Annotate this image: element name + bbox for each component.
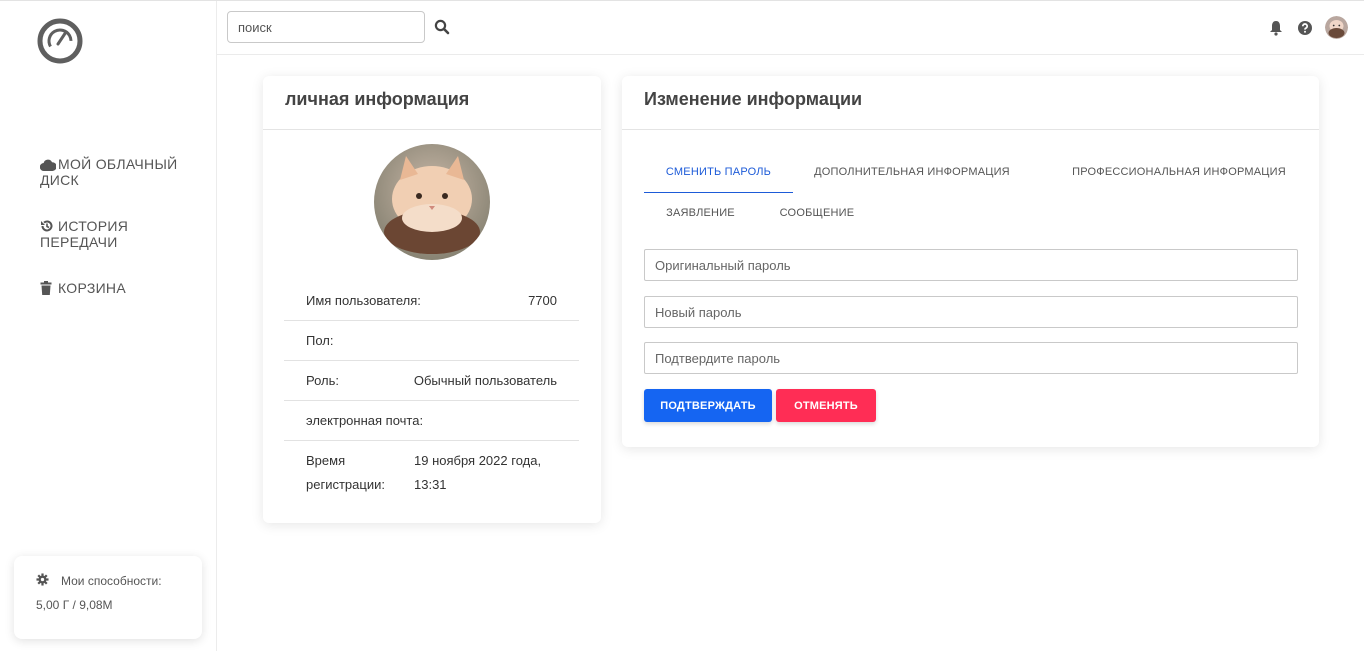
gear-icon: [36, 573, 49, 589]
topbar: [217, 1, 1364, 55]
edit-info-card: Изменение информации СМЕНИТЬ ПАРОЛЬ ДОПО…: [622, 76, 1319, 447]
help-icon[interactable]: [1297, 20, 1313, 36]
ability-card: Мои способности: 5,00 Г / 9,08М: [14, 556, 202, 639]
tab-statement[interactable]: ЗАЯВЛЕНИЕ: [644, 192, 757, 234]
cloud-icon: [40, 159, 58, 171]
sidebar-item-label: МОЙ ОБЛАЧНЫЙ ДИСК: [40, 156, 178, 188]
sidebar-item-transfer-history[interactable]: ИСТОРИЯ ПЕРЕДАЧИ: [40, 218, 200, 250]
bell-icon[interactable]: [1269, 20, 1285, 36]
info-label: Имя пользователя:: [306, 293, 421, 308]
info-label: Пол:: [306, 333, 334, 348]
info-value: Обычный пользователь: [413, 373, 557, 388]
speedometer-logo-icon[interactable]: [36, 17, 84, 65]
confirm-password-field[interactable]: [644, 342, 1298, 374]
list-item: Время регистрации: 19 ноября 2022 года, …: [284, 441, 579, 505]
sidebar-item-trash[interactable]: КОРЗИНА: [40, 280, 200, 296]
confirm-button[interactable]: ПОДТВЕРЖДАТЬ: [644, 389, 772, 422]
sidebar-nav: МОЙ ОБЛАЧНЫЙ ДИСК ИСТОРИЯ ПЕРЕДАЧИ КОРЗИ…: [40, 156, 200, 326]
tab-additional-info[interactable]: ДОПОЛНИТЕЛЬНАЯ ИНФОРМАЦИЯ: [805, 151, 1019, 193]
info-value: 7700: [528, 293, 557, 308]
list-item: Роль: Обычный пользователь: [284, 361, 579, 401]
tab-change-password[interactable]: СМЕНИТЬ ПАРОЛЬ: [644, 151, 793, 193]
trash-icon: [40, 281, 58, 295]
list-item: электронная почта:: [284, 401, 579, 441]
new-password-field[interactable]: [644, 296, 1298, 328]
sidebar-item-cloud-disk[interactable]: МОЙ ОБЛАЧНЫЙ ДИСК: [40, 156, 200, 188]
info-value: 19 ноября 2022 года, 13:31: [414, 453, 542, 492]
ability-label: Мои способности:: [61, 574, 162, 588]
personal-info-card: личная информация Имя пользователя: 7700…: [263, 76, 601, 523]
list-item: Пол:: [284, 321, 579, 361]
profile-avatar: [374, 144, 490, 260]
edit-info-title: Изменение информации: [622, 76, 1319, 130]
topbar-actions: [1269, 16, 1348, 39]
tab-professional-info[interactable]: ПРОФЕССИОНАЛЬНАЯ ИНФОРМАЦИЯ: [1054, 151, 1304, 193]
ability-value: 5,00 Г / 9,08М: [36, 598, 113, 612]
personal-info-title: личная информация: [263, 76, 601, 130]
original-password-field[interactable]: [644, 249, 1298, 281]
user-avatar[interactable]: [1325, 16, 1348, 39]
tab-message[interactable]: СООБЩЕНИЕ: [757, 192, 877, 234]
info-label: Время регистрации:: [306, 453, 385, 492]
search-icon[interactable]: [434, 19, 450, 35]
cancel-button[interactable]: ОТМЕНЯТЬ: [776, 389, 876, 422]
info-label: электронная почта:: [306, 413, 424, 428]
search-input[interactable]: [227, 11, 425, 43]
list-item: Имя пользователя: 7700: [284, 281, 579, 321]
info-label: Роль:: [306, 373, 340, 388]
sidebar-item-label: КОРЗИНА: [58, 280, 126, 296]
personal-info-list: Имя пользователя: 7700 Пол: Роль: Обычны…: [284, 281, 579, 505]
sidebar: МОЙ ОБЛАЧНЫЙ ДИСК ИСТОРИЯ ПЕРЕДАЧИ КОРЗИ…: [0, 1, 217, 651]
app-root: МОЙ ОБЛАЧНЫЙ ДИСК ИСТОРИЯ ПЕРЕДАЧИ КОРЗИ…: [0, 0, 1364, 651]
history-icon: [40, 219, 58, 233]
